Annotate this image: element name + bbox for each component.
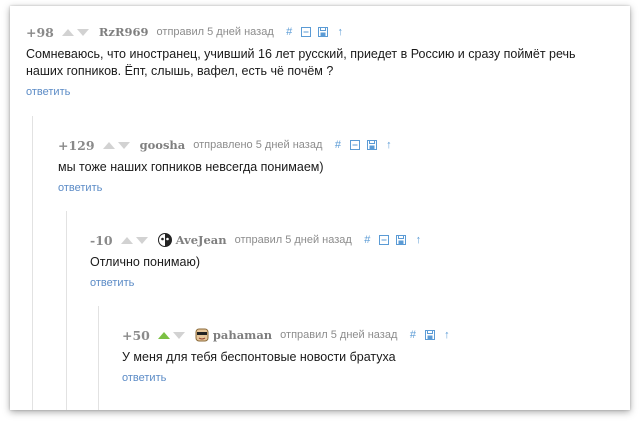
save-icon[interactable] — [424, 330, 435, 341]
downvote-arrow-icon[interactable] — [135, 236, 148, 244]
comment-text: Отлично понимаю) — [90, 254, 620, 271]
avatar-icon[interactable] — [195, 328, 209, 342]
avatar-icon[interactable] — [157, 233, 172, 247]
parent-arrow-icon[interactable]: ↑ — [441, 329, 452, 341]
downvote-arrow-icon[interactable] — [117, 141, 130, 149]
comment-tools: # ↑ — [362, 234, 430, 246]
author-link[interactable]: goosha — [140, 138, 186, 152]
reply-link[interactable]: ответить — [58, 182, 102, 194]
posted-time: отправил 5 дней назад — [156, 26, 274, 38]
comment-text-line: мы тоже наших гопников невсегда понимаем… — [58, 160, 324, 174]
save-icon[interactable] — [366, 140, 377, 151]
collapse-icon[interactable] — [349, 140, 360, 151]
comment-tools: # ↑ — [332, 139, 400, 151]
upvote-arrow-icon[interactable] — [157, 331, 170, 339]
save-icon[interactable] — [396, 235, 407, 246]
downvote-arrow-icon[interactable] — [76, 28, 89, 36]
comment: +50 pahaman отправил 5 дней назад # ↑ У … — [122, 326, 622, 386]
thread-line — [98, 306, 99, 410]
comment: +98 RzR969 отправил 5 дней назад # ↑ Сом… — [26, 23, 626, 100]
comment-meta: +50 pahaman отправил 5 дней назад # ↑ — [122, 326, 622, 344]
save-icon[interactable] — [318, 27, 329, 38]
permalink-icon[interactable]: # — [407, 329, 418, 341]
upvote-arrow-icon[interactable] — [61, 28, 74, 36]
author-link[interactable]: AveJean — [176, 233, 227, 247]
comment: +129 goosha отправлено 5 дней назад # ↑ … — [58, 136, 618, 196]
parent-arrow-icon[interactable]: ↑ — [383, 139, 394, 151]
reply-link[interactable]: ответить — [26, 86, 70, 98]
comment-text-line: наших гопников. Ёпт, слышь, вафел, есть … — [26, 64, 334, 78]
comment-tools: # ↑ — [284, 26, 352, 38]
collapse-icon[interactable] — [301, 27, 312, 38]
reply-link[interactable]: ответить — [90, 277, 134, 289]
parent-arrow-icon[interactable]: ↑ — [413, 234, 424, 246]
posted-time: отправил 5 дней назад — [234, 234, 352, 246]
rating-score: +129 — [58, 137, 95, 153]
posted-time: отправлено 5 дней назад — [193, 139, 323, 151]
rating-score: +50 — [122, 327, 150, 343]
comment-text-line: У меня для тебя беспонтовые новости брат… — [122, 350, 396, 364]
comments-card: +98 RzR969 отправил 5 дней назад # ↑ Сом… — [10, 6, 630, 410]
upvote-arrow-icon[interactable] — [120, 236, 133, 244]
rating-score: +98 — [26, 24, 54, 40]
comment-text: мы тоже наших гопников невсегда понимаем… — [58, 159, 618, 176]
collapse-icon[interactable] — [379, 235, 390, 246]
reply-link[interactable]: ответить — [122, 372, 166, 384]
author-link[interactable]: pahaman — [213, 328, 272, 342]
comment-meta: +98 RzR969 отправил 5 дней назад # ↑ — [26, 23, 626, 41]
rating-score: -10 — [90, 232, 113, 248]
comment-text: Сомневаюсь, что иностранец, учивший 16 л… — [26, 46, 626, 80]
comment-text-line: Отлично понимаю) — [90, 255, 200, 269]
author-link[interactable]: RzR969 — [99, 25, 149, 39]
comment-text-line: Сомневаюсь, что иностранец, учивший 16 л… — [26, 47, 576, 61]
thread-line — [32, 116, 33, 410]
permalink-icon[interactable]: # — [284, 26, 295, 38]
upvote-arrow-icon[interactable] — [102, 141, 115, 149]
comment: -10 AveJean отправил 5 дней назад # ↑ От… — [90, 231, 620, 291]
thread-line — [66, 211, 67, 410]
permalink-icon[interactable]: # — [362, 234, 373, 246]
posted-time: отправил 5 дней назад — [280, 329, 398, 341]
downvote-arrow-icon[interactable] — [172, 331, 185, 339]
permalink-icon[interactable]: # — [332, 139, 343, 151]
comment-meta: +129 goosha отправлено 5 дней назад # ↑ — [58, 136, 618, 154]
comment-text: У меня для тебя беспонтовые новости брат… — [122, 349, 622, 366]
parent-arrow-icon[interactable]: ↑ — [335, 26, 346, 38]
comment-tools: # ↑ — [407, 329, 458, 341]
comment-meta: -10 AveJean отправил 5 дней назад # ↑ — [90, 231, 620, 249]
